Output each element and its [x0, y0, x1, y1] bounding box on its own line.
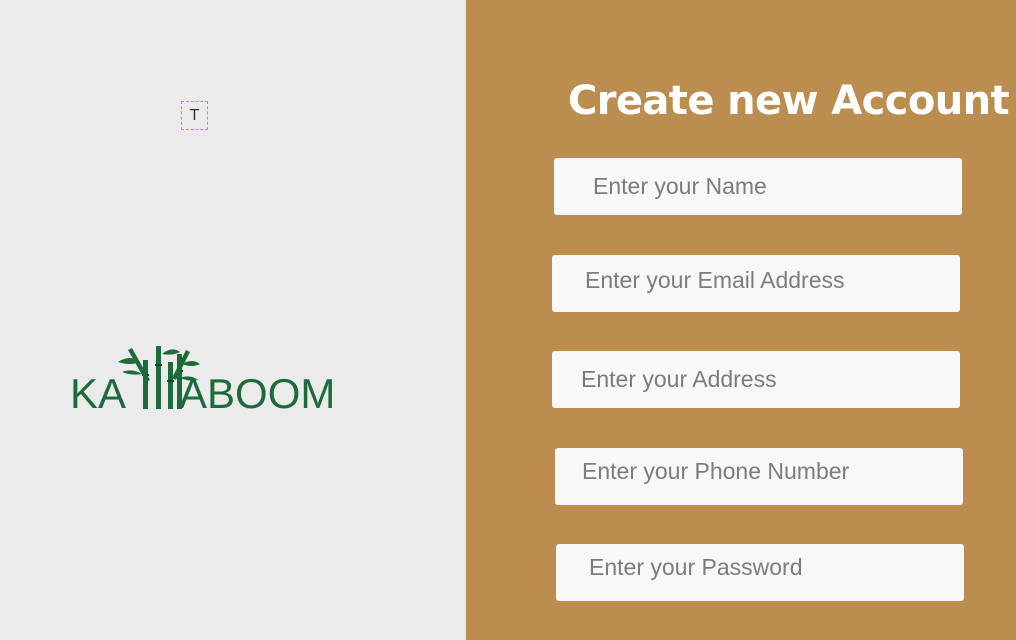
text-placeholder-box[interactable]: T	[181, 101, 208, 130]
name-field[interactable]	[554, 158, 962, 215]
form-title: Create new Account	[568, 78, 1010, 124]
kayaboom-logo: KA ABOOM	[68, 340, 334, 416]
password-field[interactable]	[556, 544, 964, 601]
phone-field[interactable]	[555, 448, 963, 505]
logo-suffix: ABOOM	[179, 370, 334, 416]
left-panel	[0, 0, 466, 640]
bamboo-logo-icon: KA ABOOM	[70, 346, 334, 416]
logo-prefix: KA	[70, 370, 126, 416]
address-field[interactable]	[552, 351, 960, 408]
email-field[interactable]	[552, 255, 960, 312]
